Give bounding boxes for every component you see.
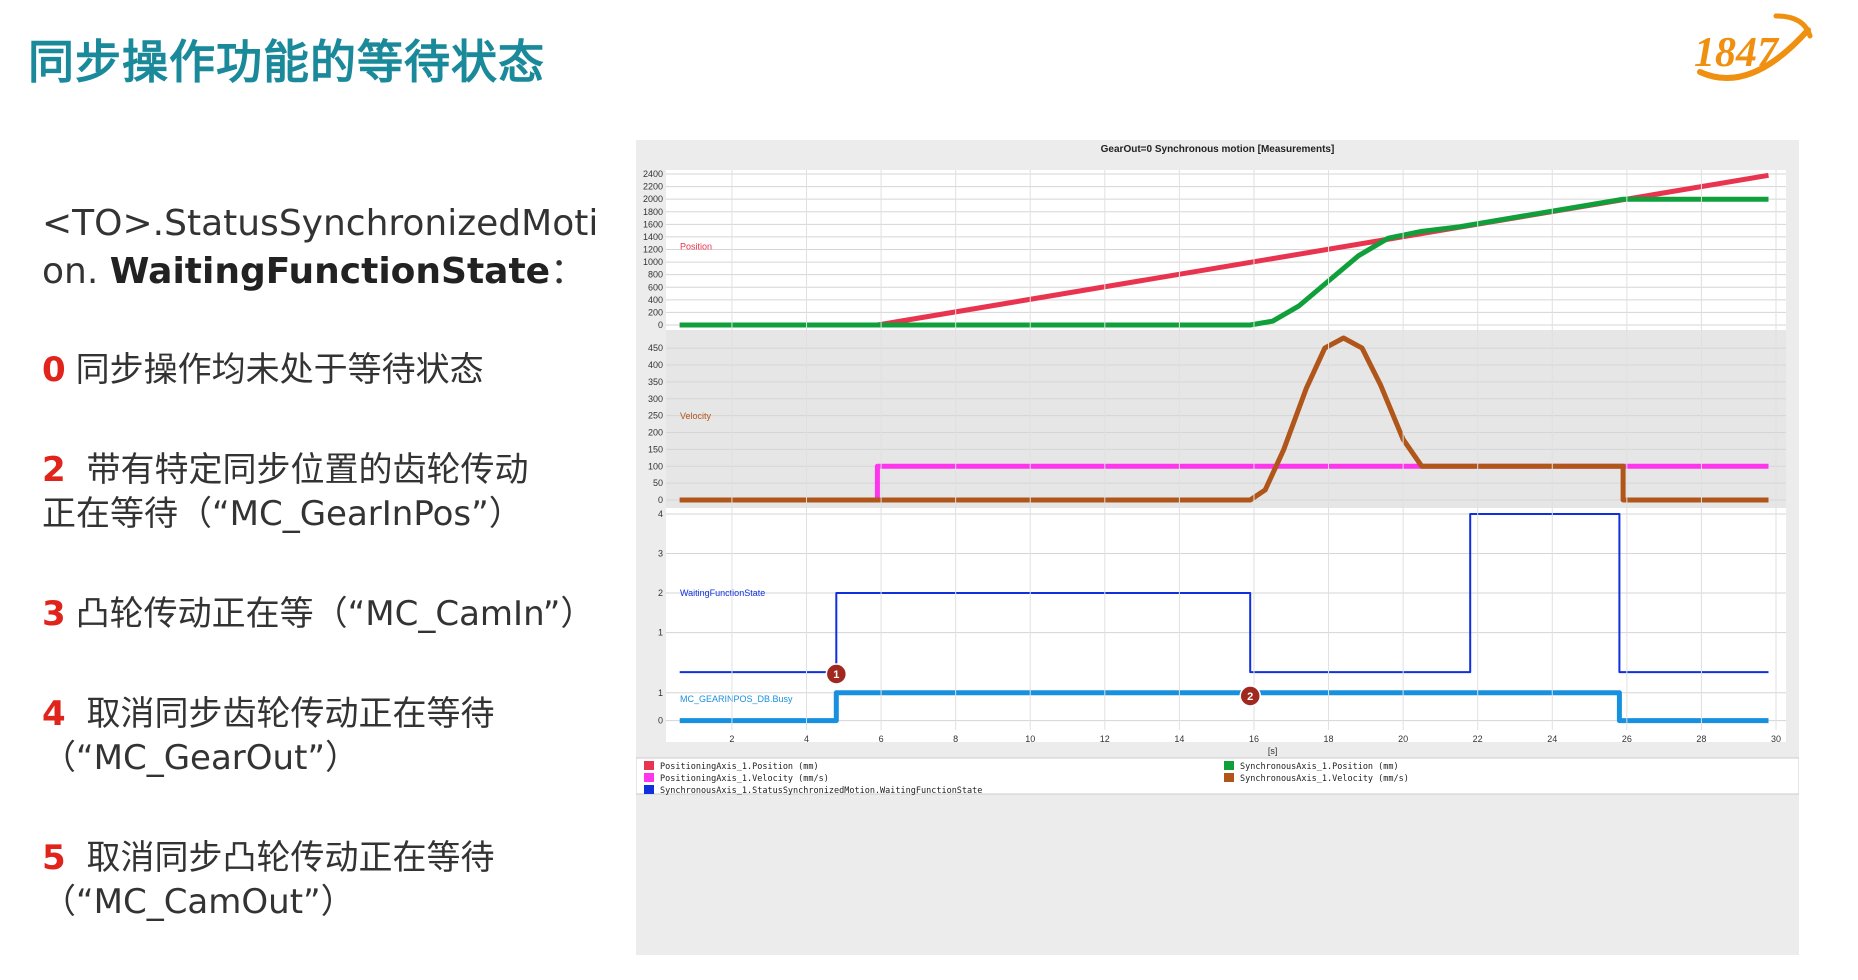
y-tick-label: 300 <box>648 394 663 404</box>
trace-chart-svg: GearOut=0 Synchronous motion [Measuremen… <box>635 140 1800 955</box>
page-title: 同步操作功能的等待状态 <box>28 35 545 89</box>
y-tick-label: 1200 <box>643 245 663 255</box>
brand-logo: 1847 <box>1694 13 1813 81</box>
y-tick-label: 1 <box>658 628 663 638</box>
x-tick-label: 12 <box>1100 734 1110 744</box>
x-tick-label: 28 <box>1696 734 1706 744</box>
legend-label: SynchronousAxis_1.Position (mm) <box>1240 762 1399 772</box>
x-tick-label: 24 <box>1547 734 1557 744</box>
state-list: 0 同步操作均未处于等待状态 2 带有特定同步位置的齿轮传动 正在等待（“MC_Gea… <box>42 348 602 924</box>
x-tick-label: 10 <box>1025 734 1035 744</box>
y-tick-label: 100 <box>648 461 663 471</box>
state-text: 带有特定同步位置的齿轮传动 <box>75 450 529 490</box>
x-tick-label: 26 <box>1622 734 1632 744</box>
x-tick-label: 14 <box>1174 734 1184 744</box>
x-tick-label: 20 <box>1398 734 1408 744</box>
y-tick-label: 1400 <box>643 232 663 242</box>
y-tick-label: 250 <box>648 411 663 421</box>
y-tick-label: 800 <box>648 270 663 280</box>
y-tick-label: 2400 <box>643 169 663 179</box>
property-highlight: WaitingFunctionState <box>109 251 551 292</box>
legend-swatch <box>1224 773 1234 782</box>
x-tick-label: 18 <box>1324 734 1334 744</box>
y-tick-label: 200 <box>648 428 663 438</box>
legend-swatch <box>1224 761 1234 770</box>
y-tick-label: 150 <box>648 444 663 454</box>
state-text: 同步操作均未处于等待状态 <box>75 350 484 390</box>
state-item: 2 带有特定同步位置的齿轮传动 正在等待（“MC_GearInPos”） <box>42 448 602 536</box>
state-number: 5 <box>42 838 66 878</box>
panel-label: Position <box>680 242 712 252</box>
y-tick-label: 0 <box>658 716 663 726</box>
x-tick-label: 6 <box>879 734 884 744</box>
x-tick-label: 2 <box>729 734 734 744</box>
x-tick-label: 8 <box>953 734 958 744</box>
state-text-cont: （“MC_GearOut”） <box>42 738 360 778</box>
legend-swatch <box>644 785 654 794</box>
legend-label: PositioningAxis_1.Position (mm) <box>660 762 819 772</box>
y-tick-label: 1600 <box>643 219 663 229</box>
y-tick-label: 200 <box>648 307 663 317</box>
y-tick-label: 600 <box>648 282 663 292</box>
legend-label: PositioningAxis_1.Velocity (mm/s) <box>660 774 829 784</box>
trace-chart: GearOut=0 Synchronous motion [Measuremen… <box>635 140 1800 955</box>
panel-background <box>666 330 1786 508</box>
y-tick-label: 1 <box>658 688 663 698</box>
y-tick-label: 0 <box>658 320 663 330</box>
state-item: 4 取消同步齿轮传动正在等待 （“MC_GearOut”） <box>42 692 602 780</box>
x-tick-label: 22 <box>1473 734 1483 744</box>
y-tick-label: 4 <box>658 509 663 519</box>
panel-label: MC_GEARINPOS_DB.Busy <box>680 694 793 704</box>
y-tick-label: 450 <box>648 343 663 353</box>
state-text: 凸轮传动正在等（“MC_CamIn”） <box>75 594 595 634</box>
legend-swatch <box>644 761 654 770</box>
state-item: 5 取消同步凸轮传动正在等待 （“MC_CamOut”） <box>42 836 602 924</box>
y-tick-label: 2000 <box>643 194 663 204</box>
state-item: 3 凸轮传动正在等（“MC_CamIn”） <box>42 592 602 636</box>
state-item: 0 同步操作均未处于等待状态 <box>42 348 602 392</box>
state-number: 3 <box>42 594 66 634</box>
x-tick-label: 4 <box>804 734 809 744</box>
y-tick-label: 1800 <box>643 207 663 217</box>
state-number: 0 <box>42 350 66 390</box>
state-description: <TO>.StatusSynchronizedMoti on. WaitingF… <box>42 200 602 980</box>
legend-swatch <box>644 773 654 782</box>
y-tick-label: 400 <box>648 360 663 370</box>
state-text-cont: （“MC_CamOut”） <box>42 882 355 922</box>
y-tick-label: 0 <box>658 495 663 505</box>
property-name: <TO>.StatusSynchronizedMoti on. WaitingF… <box>42 203 599 292</box>
x-tick-label: 16 <box>1249 734 1259 744</box>
state-text-cont: 正在等待（“MC_GearInPos”） <box>42 494 523 534</box>
x-axis-label: [s] <box>1268 746 1278 756</box>
state-text: 取消同步齿轮传动正在等待 <box>75 694 495 734</box>
event-marker-label: 1 <box>833 669 839 681</box>
legend-label: SynchronousAxis_1.Velocity (mm/s) <box>1240 774 1409 784</box>
x-tick-label: 30 <box>1771 734 1781 744</box>
y-tick-label: 350 <box>648 377 663 387</box>
svg-text:1847: 1847 <box>1694 30 1780 76</box>
state-text: 取消同步凸轮传动正在等待 <box>75 838 495 878</box>
chart-title: GearOut=0 Synchronous motion [Measuremen… <box>1101 144 1335 155</box>
state-number: 2 <box>42 450 66 490</box>
y-tick-label: 1000 <box>643 257 663 267</box>
y-tick-label: 50 <box>653 478 663 488</box>
y-tick-label: 2 <box>658 588 663 598</box>
y-tick-label: 3 <box>658 549 663 559</box>
y-tick-label: 400 <box>648 295 663 305</box>
state-number: 4 <box>42 694 66 734</box>
panel-label: Velocity <box>680 411 712 421</box>
event-marker-label: 2 <box>1247 691 1253 703</box>
legend-label: SynchronousAxis_1.StatusSynchronizedMoti… <box>660 786 982 796</box>
panel-label: WaitingFunctionState <box>680 588 765 598</box>
y-tick-label: 2200 <box>643 182 663 192</box>
